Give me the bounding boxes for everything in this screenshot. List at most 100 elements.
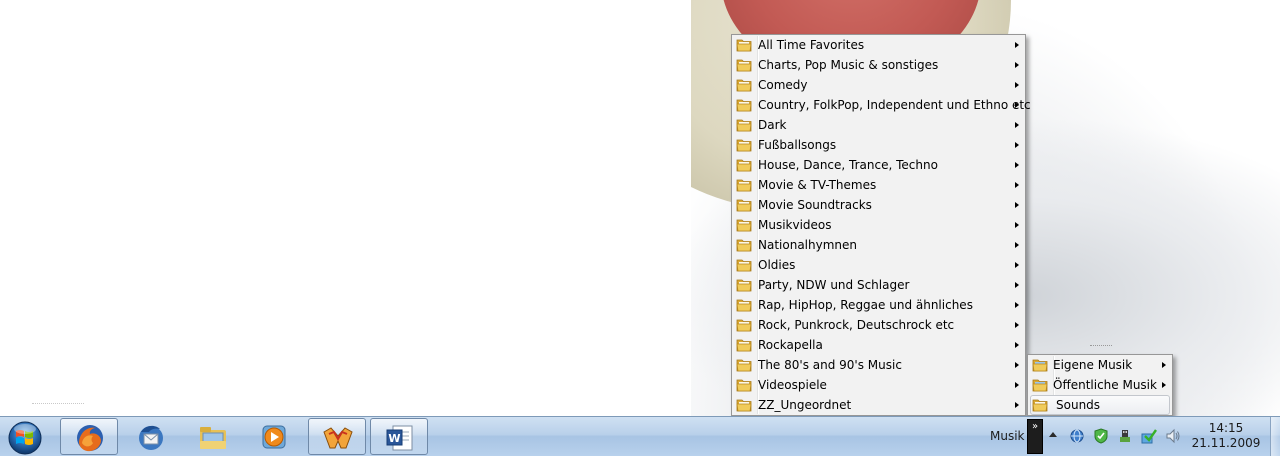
submenu-arrow-icon <box>1015 342 1019 348</box>
folder-icon <box>1032 358 1048 372</box>
submenu-arrow-icon <box>1015 162 1019 168</box>
start-button[interactable] <box>3 419 47 455</box>
folder-icon <box>736 238 752 252</box>
musik-toolbar-label[interactable]: Musik <box>990 429 1025 443</box>
submenu-arrow-icon <box>1162 362 1166 368</box>
submenu-arrow-icon <box>1015 382 1019 388</box>
folder-icon <box>736 78 752 92</box>
folder-icon <box>736 158 752 172</box>
music-menu-item[interactable]: The 80's and 90's Music <box>732 355 1025 375</box>
folder-icon <box>736 58 752 72</box>
media-player-icon <box>262 425 286 449</box>
submenu-arrow-icon <box>1015 142 1019 148</box>
folder-icon <box>1032 398 1048 412</box>
library-menu-item-label: Sounds <box>1056 398 1101 412</box>
clock-time: 14:15 <box>1208 421 1244 435</box>
folder-icon <box>736 378 752 392</box>
library-menu-item-label: Eigene Musik <box>1053 358 1133 372</box>
folder-icon <box>736 198 752 212</box>
music-menu-item[interactable]: Movie & TV-Themes <box>732 175 1025 195</box>
taskbar-winamp-button[interactable] <box>308 418 366 455</box>
library-menu-item[interactable]: Öffentliche Musik <box>1028 375 1172 395</box>
folder-icon <box>736 278 752 292</box>
show-desktop-button[interactable] <box>1270 417 1280 456</box>
security-shield-icon[interactable] <box>1093 428 1109 444</box>
music-menu-item[interactable]: Party, NDW und Schlager <box>732 275 1025 295</box>
music-menu-item[interactable]: House, Dance, Trance, Techno <box>732 155 1025 175</box>
music-menu-item[interactable]: Dark <box>732 115 1025 135</box>
folder-icon <box>736 178 752 192</box>
submenu-arrow-icon <box>1162 382 1166 388</box>
submenu-arrow-icon <box>1015 282 1019 288</box>
music-menu-item[interactable]: All Time Favorites <box>732 35 1025 55</box>
music-menu-item[interactable]: Musikvideos <box>732 215 1025 235</box>
taskbar-thunderbird-button[interactable] <box>122 418 180 455</box>
library-menu-item[interactable]: Eigene Musik <box>1028 355 1172 375</box>
show-hidden-icons-button[interactable] <box>1049 432 1057 437</box>
folder-icon <box>736 138 752 152</box>
library-menu-item[interactable]: Sounds <box>1030 395 1170 415</box>
submenu-arrow-icon <box>1015 322 1019 328</box>
submenu-arrow-icon <box>1015 362 1019 368</box>
music-menu-item-label: The 80's and 90's Music <box>758 358 902 372</box>
windows-explorer-icon <box>200 427 226 449</box>
folder-icon <box>736 298 752 312</box>
submenu-arrow-icon <box>1015 182 1019 188</box>
music-menu-item[interactable]: Comedy <box>732 75 1025 95</box>
thunderbird-icon <box>139 425 163 450</box>
music-menu-item-label: Party, NDW und Schlager <box>758 278 910 292</box>
toolbar-chevron-button[interactable]: » <box>1027 419 1043 454</box>
taskbar-explorer-button[interactable] <box>184 418 242 455</box>
submenu-arrow-icon <box>1015 122 1019 128</box>
music-menu-item[interactable]: Nationalhymnen <box>732 235 1025 255</box>
music-menu-item-label: Comedy <box>758 78 808 92</box>
taskbar-media-player-button[interactable] <box>246 418 304 455</box>
svg-text:W: W <box>388 432 400 445</box>
music-menu-item[interactable]: Videospiele <box>732 375 1025 395</box>
taskbar-firefox-button[interactable] <box>60 418 118 455</box>
submenu-arrow-icon <box>1015 202 1019 208</box>
word-icon: W <box>386 425 413 451</box>
folder-icon <box>736 38 752 52</box>
usb-device-icon[interactable] <box>1117 428 1133 444</box>
folder-icon <box>736 338 752 352</box>
music-menu-item-label: Movie & TV-Themes <box>758 178 877 192</box>
desktop-gadget-remnant <box>32 403 84 406</box>
submenu-arrow-icon <box>1015 82 1019 88</box>
submenu-arrow-icon <box>1015 262 1019 268</box>
music-menu-item[interactable]: Oldies <box>732 255 1025 275</box>
folder-icon <box>736 218 752 232</box>
music-menu-item-label: Rap, HipHop, Reggae und ähnliches <box>758 298 973 312</box>
sync-check-icon[interactable] <box>1141 428 1157 444</box>
system-clock[interactable]: 14:15 21.11.2009 <box>1190 421 1262 451</box>
music-menu-item[interactable]: Rockapella <box>732 335 1025 355</box>
submenu-arrow-icon <box>1015 62 1019 68</box>
music-menu-item-label: Country, FolkPop, Independent und Ethno … <box>758 98 1031 112</box>
taskbar: W Musik » 14:15 21.11.2009 <box>0 416 1280 456</box>
folder-icon <box>736 398 752 412</box>
submenu-arrow-icon <box>1015 302 1019 308</box>
taskbar-word-button[interactable]: W <box>370 418 428 455</box>
folder-icon <box>1032 378 1048 392</box>
music-menu-item-label: Musikvideos <box>758 218 832 232</box>
music-folder-menu: All Time Favorites Charts, Pop Music & so… <box>731 34 1031 416</box>
music-menu-item[interactable]: Fußballsongs <box>732 135 1025 155</box>
music-menu-item[interactable]: Rap, HipHop, Reggae und ähnliches <box>732 295 1025 315</box>
folder-icon <box>736 258 752 272</box>
folder-icon <box>736 358 752 372</box>
music-menu-item-label: Charts, Pop Music & sonstiges <box>758 58 939 72</box>
volume-icon[interactable] <box>1165 428 1181 444</box>
music-menu-item-label: All Time Favorites <box>758 38 865 52</box>
music-menu-item[interactable]: Charts, Pop Music & sonstiges <box>732 55 1025 75</box>
network-icon[interactable] <box>1069 428 1085 444</box>
music-menu-item[interactable]: ZZ_Ungeordnet <box>732 395 1025 415</box>
music-menu-item-label: Fußballsongs <box>758 138 837 152</box>
music-menu-item[interactable]: Movie Soundtracks <box>732 195 1025 215</box>
folder-icon <box>736 118 752 132</box>
music-menu-item-label: Movie Soundtracks <box>758 198 872 212</box>
music-menu-item[interactable]: Rock, Punkrock, Deutschrock etc <box>732 315 1025 335</box>
music-menu-item-label: Nationalhymnen <box>758 238 857 252</box>
folder-icon <box>736 318 752 332</box>
library-menu-item-label: Öffentliche Musik <box>1053 378 1157 392</box>
music-menu-item[interactable]: Country, FolkPop, Independent und Ethno … <box>732 95 1031 115</box>
